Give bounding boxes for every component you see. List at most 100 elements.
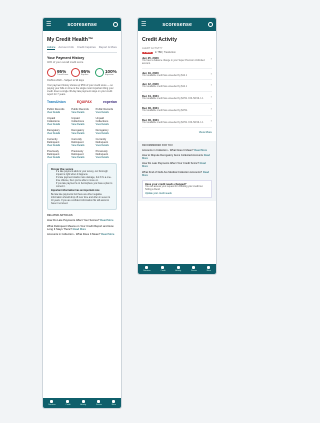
- alert-row[interactable]: Jun 12, 2020 Your available credit has ex…: [142, 80, 212, 93]
- status-cell: Unpaid Collections View Details: [47, 117, 68, 126]
- read-more-link[interactable]: Read More: [194, 149, 207, 152]
- alert-list: Jun 25, 2020 You have a balance change in…: [142, 54, 212, 128]
- alert-row[interactable]: Dec 30, 2021 Your available credit has ex…: [142, 104, 212, 116]
- section-title: Your Payment History: [47, 56, 85, 60]
- nav-activity[interactable]: Activity: [80, 400, 86, 406]
- note-item: If you late payment's on hemisphere you …: [56, 183, 113, 189]
- nav-label: Credit: [65, 403, 71, 406]
- view-details-link[interactable]: View Details: [47, 111, 68, 114]
- view-details-link[interactable]: View Details: [71, 123, 92, 126]
- app-logo: scoresense: [67, 21, 97, 28]
- nav-more[interactable]: More: [112, 400, 116, 406]
- status-grid: Public Records View Details Public Record…: [47, 108, 117, 159]
- view-details-link[interactable]: View Details: [47, 144, 68, 147]
- profile-icon[interactable]: [207, 22, 213, 27]
- article-link[interactable]: How to Dispute Derogatory Items Collecte…: [142, 154, 212, 160]
- alert-activity-label: ALERT ACTIVITY: [142, 47, 163, 50]
- stat-ring: [47, 68, 56, 77]
- alert-row[interactable]: Jun 25, 2020 You have a balance change in…: [142, 54, 212, 69]
- app-header: ☰ scoresense: [43, 18, 121, 31]
- view-details-link[interactable]: View Details: [96, 144, 117, 147]
- nav-scores[interactable]: Scores: [96, 400, 102, 406]
- as-of-text: Oct/Nov 2020 – Subject to 90 days: [47, 79, 84, 82]
- menu-icon[interactable]: ☰: [141, 22, 146, 28]
- article-link[interactable]: What Delinquent Means on Your Credit Rep…: [47, 225, 117, 232]
- view-details-link[interactable]: View Details: [96, 132, 117, 135]
- article-link[interactable]: Accounts in Collection - What Does It Me…: [142, 149, 212, 152]
- status-cell: Currently Delinquent View Details: [71, 138, 92, 147]
- app-logo: scoresense: [162, 21, 192, 28]
- view-details-link[interactable]: View Details: [47, 123, 68, 126]
- stat-label: TransUnion: [57, 74, 69, 76]
- view-details-link[interactable]: View Details: [71, 156, 92, 159]
- equifax-logo: EQUIFAX: [76, 100, 92, 105]
- alert-row[interactable]: Dec 30, 2021 Your available credit has ex…: [142, 116, 212, 128]
- view-details-link[interactable]: View Details: [96, 111, 117, 114]
- nav-credit[interactable]: Credit: [65, 400, 71, 406]
- read-more-link[interactable]: Read More: [100, 219, 113, 222]
- recommended-section: RECOMMENDED FOR YOU Accounts in Collecti…: [138, 140, 216, 201]
- nav-label: Scores: [191, 269, 197, 272]
- view-details-link[interactable]: View Details: [71, 111, 92, 114]
- help-card: Have your credit needs changed? You can …: [142, 180, 212, 198]
- article-link[interactable]: How Do Late Payments Affect Your Scores?…: [47, 219, 117, 222]
- nav-scores[interactable]: Scores: [191, 266, 197, 272]
- tab-report-more[interactable]: Report & More: [99, 45, 117, 50]
- status-cell: Currently Delinquent View Details: [96, 138, 117, 147]
- stat-ring: [71, 68, 80, 77]
- nav-label: More: [111, 403, 116, 406]
- nav-overview[interactable]: Overview: [48, 400, 56, 406]
- view-details-link[interactable]: View Details: [71, 144, 92, 147]
- article-link[interactable]: Accounts in Collection - What Does It Me…: [47, 233, 117, 236]
- nav-label: Scores: [96, 403, 102, 406]
- view-details-link[interactable]: View Details: [47, 132, 68, 135]
- nav-credit[interactable]: Credit: [161, 266, 165, 272]
- stat-equifax: 95% Equifax: [71, 68, 93, 77]
- nav-more[interactable]: More: [207, 266, 211, 272]
- view-more-link[interactable]: View More: [142, 130, 212, 134]
- stat-experian: 100% Experian: [95, 68, 117, 77]
- phone-screen-credit-activity: ☰ scoresense Credit Activity ALERT ACTIV…: [137, 17, 217, 275]
- article-title: Accounts in Collection - What Does It Me…: [142, 148, 194, 152]
- phone-screen-credit-health: ☰ scoresense My Credit Health™ Advice Ac…: [42, 17, 122, 409]
- tab-bar: Advice Account Info Credit Inquiries Rep…: [47, 45, 117, 53]
- article-title: How to Dispute Derogatory Items Collecte…: [142, 153, 203, 157]
- profile-icon[interactable]: [112, 22, 118, 27]
- view-details-link[interactable]: View Details: [71, 132, 92, 135]
- view-details-link[interactable]: View Details: [96, 156, 117, 159]
- status-cell: Previously Delinquent View Details: [96, 150, 117, 159]
- nav-overview[interactable]: Overview: [143, 266, 151, 272]
- chevron-right-icon: ›: [210, 117, 212, 123]
- status-cell: Public Records View Details: [47, 108, 68, 114]
- view-details-link[interactable]: View Details: [47, 156, 68, 159]
- view-details-link[interactable]: View Details: [96, 123, 117, 126]
- stat-ring: [95, 68, 104, 77]
- nav-activity[interactable]: Activity: [175, 266, 181, 272]
- tab-advice[interactable]: Advice: [47, 45, 56, 50]
- tab-account-info[interactable]: Account Info: [58, 45, 74, 50]
- read-more-link[interactable]: Read More: [73, 228, 86, 231]
- page-title: Credit Activity: [142, 37, 177, 43]
- summary-text: Your payment history shows up 95% of you…: [47, 84, 114, 97]
- related-heading: RELATED ARTICLES: [47, 214, 73, 218]
- tab-credit-inquiries[interactable]: Credit Inquiries: [77, 45, 96, 50]
- status-cell: Public Records View Details: [71, 108, 92, 114]
- status-cell: Derogatory View Details: [96, 129, 117, 135]
- alert-row[interactable]: Jun 19, 2020 Your available credit has ex…: [142, 69, 212, 81]
- stat-label: Equifax: [81, 74, 89, 76]
- nav-label: More: [206, 269, 211, 272]
- menu-icon[interactable]: ☰: [46, 22, 51, 28]
- alert-row[interactable]: Dec 31, 2021 Your available credit has ex…: [142, 92, 212, 104]
- nav-label: Activity: [80, 403, 87, 406]
- status-cell: Public Records View Details: [96, 108, 117, 114]
- update-credit-needs-link[interactable]: Update your credit needs: [145, 192, 209, 195]
- related-articles: RELATED ARTICLES How Do Late Payments Af…: [47, 214, 117, 236]
- page-title: My Credit Health™: [47, 37, 94, 43]
- chevron-right-icon: ›: [210, 70, 212, 76]
- article-link[interactable]: What Kind of Debt Are Medical Collection…: [142, 171, 212, 177]
- new-badge: 4 NEW: [142, 52, 153, 54]
- status-cell: Derogatory View Details: [71, 129, 92, 135]
- article-title: What Kind of Debt Are Medical Collection…: [142, 170, 203, 174]
- read-more-link[interactable]: Read More: [101, 233, 114, 236]
- article-link[interactable]: How Do Late Payments Affect Your Credit …: [142, 162, 212, 168]
